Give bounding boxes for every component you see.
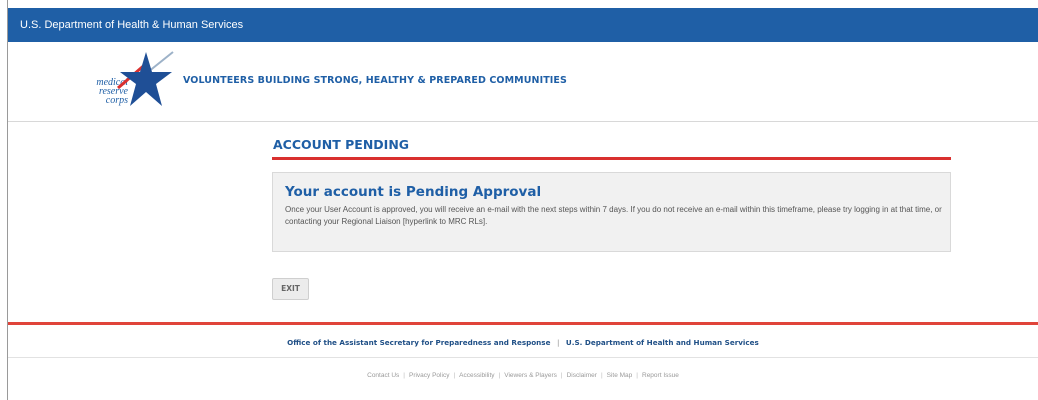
footer-link-report[interactable]: Report Issue: [642, 372, 679, 379]
window-left-edge: [0, 0, 8, 400]
footer-link-disclaimer[interactable]: Disclaimer: [567, 372, 597, 379]
notice-body: Once your User Account is approved, you …: [285, 205, 942, 226]
agency-name[interactable]: U.S. Department of Health & Human Servic…: [20, 19, 243, 31]
page: U.S. Department of Health & Human Servic…: [8, 8, 1038, 400]
footer-link-contact[interactable]: Contact Us: [367, 372, 399, 379]
star-icon: [117, 51, 174, 106]
footer-links: Contact Us | Privacy Policy | Accessibility |…: [367, 372, 679, 379]
main-content: ACCOUNT PENDING Your account is Pending …: [272, 122, 951, 300]
agency-bar: U.S. Department of Health & Human Servic…: [8, 8, 1038, 42]
footer-divider: [8, 357, 1038, 358]
exit-button[interactable]: EXIT: [272, 278, 309, 300]
footer-link-accessibility[interactable]: Accessibility: [459, 372, 494, 379]
footer-orgs: Office of the Assistant Secretary for Pr…: [8, 338, 1038, 347]
pending-notice: Your account is Pending Approval Once yo…: [272, 172, 951, 252]
footer-link-privacy[interactable]: Privacy Policy: [409, 372, 449, 379]
footer-link-sitemap[interactable]: Site Map: [607, 372, 633, 379]
footer-org-aspr[interactable]: Office of the Assistant Secretary for Pr…: [287, 338, 550, 347]
mrc-logo[interactable]: medical reserve corps: [88, 48, 178, 114]
site-tagline: VOLUNTEERS BUILDING STRONG, HEALTHY & PR…: [183, 75, 567, 86]
footer-link-viewers[interactable]: Viewers & Players: [504, 372, 557, 379]
site-header: medical reserve corps VOLUNTEERS BUILDIN…: [8, 42, 1038, 122]
notice-title: Your account is Pending Approval: [285, 184, 542, 200]
page-title: ACCOUNT PENDING: [272, 122, 951, 160]
footer-rule: [8, 322, 1038, 325]
footer-separator: |: [556, 338, 560, 347]
footer-org-hhs[interactable]: U.S. Department of Health and Human Serv…: [566, 338, 759, 347]
